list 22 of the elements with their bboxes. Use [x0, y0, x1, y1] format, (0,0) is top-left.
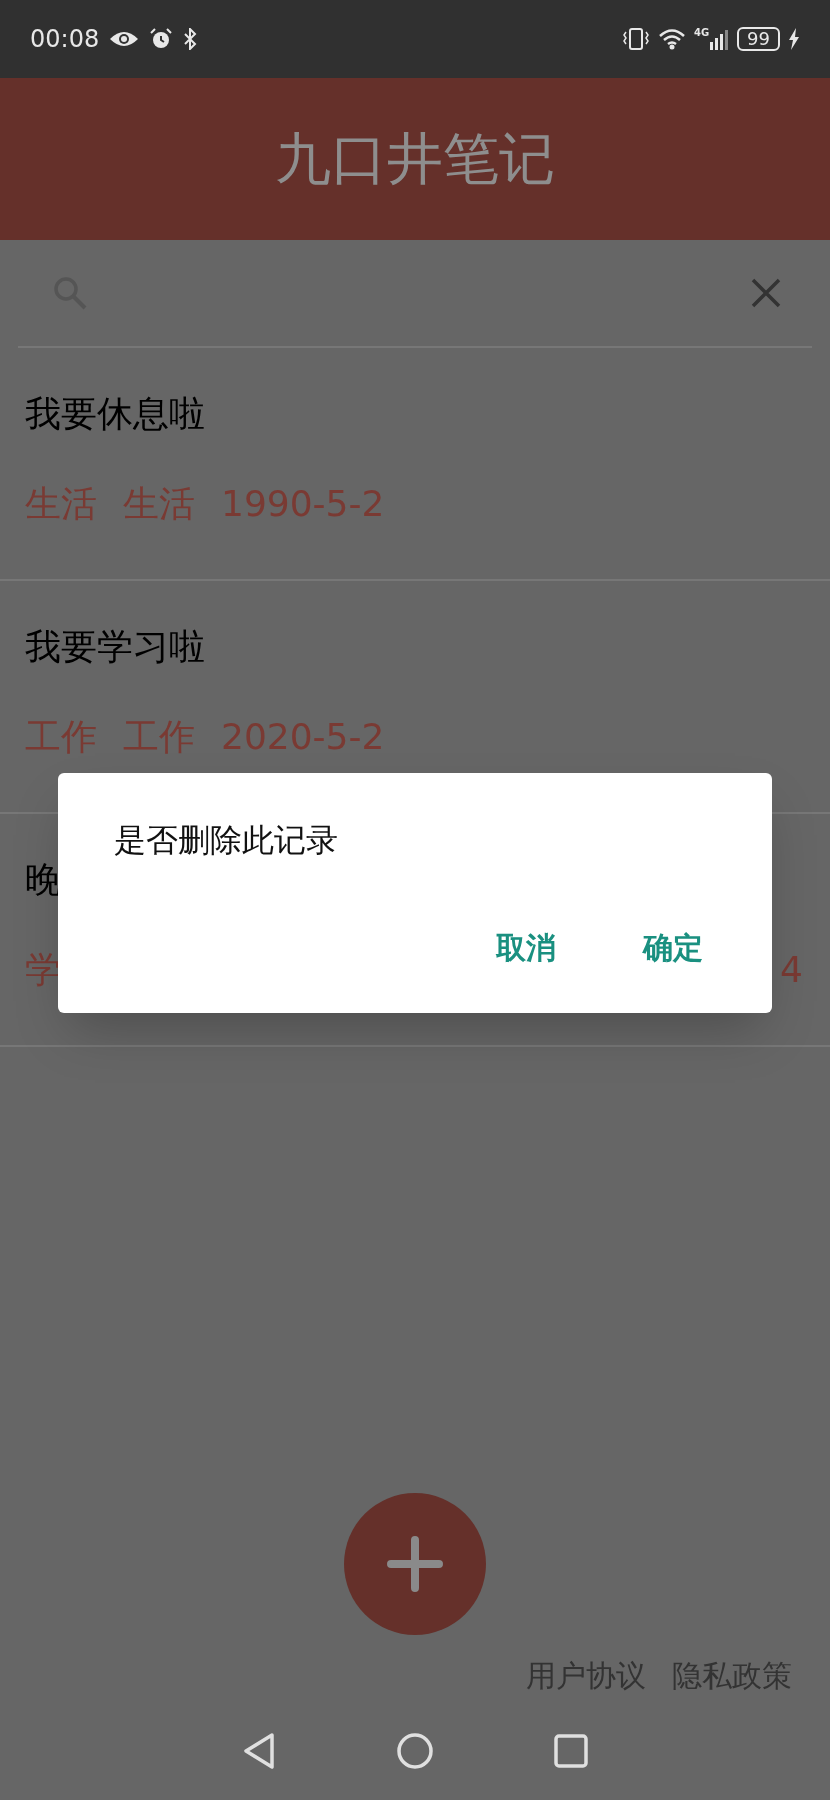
back-icon[interactable] [242, 1732, 276, 1770]
app-title: 九口井笔记 [275, 125, 555, 193]
eye-icon [109, 29, 140, 49]
plus-icon [387, 1536, 443, 1592]
note-title: 晚 [25, 858, 62, 902]
recents-icon[interactable] [554, 1734, 588, 1768]
alarm-icon [149, 27, 174, 51]
network-type: 4G [693, 28, 710, 38]
clock-time: 00:08 [30, 24, 100, 55]
wifi-icon [657, 28, 686, 50]
vibrate-icon [621, 27, 650, 51]
home-icon[interactable] [396, 1732, 434, 1770]
signal-icon [709, 28, 730, 50]
note-title: 我要学习啦 [25, 625, 206, 669]
charging-icon [788, 28, 800, 50]
dialog-button[interactable]: 确定 [627, 917, 719, 978]
dialog-message: 是否删除此记录 [114, 820, 339, 861]
close-icon[interactable] [750, 277, 782, 309]
note-title: 我要休息啦 [25, 392, 206, 436]
bluetooth-icon [183, 28, 198, 50]
dialog-button[interactable]: 取消 [480, 917, 572, 978]
battery-indicator: 99 [737, 27, 780, 51]
